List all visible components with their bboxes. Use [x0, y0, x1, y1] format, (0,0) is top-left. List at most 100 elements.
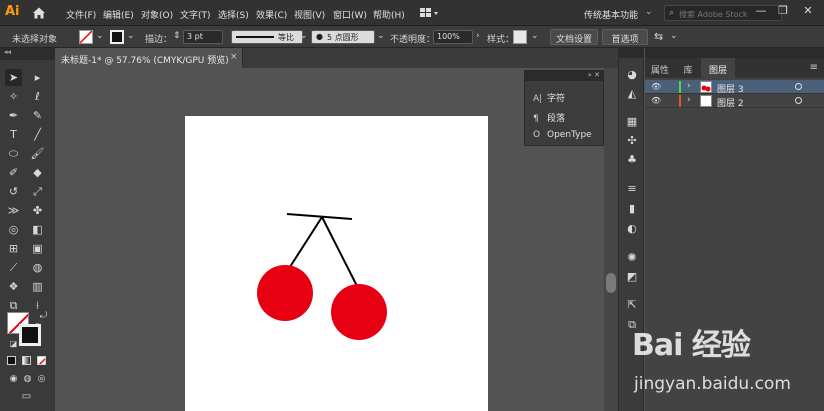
- brushes-panel-icon[interactable]: ✣: [624, 134, 640, 148]
- stroke-swatch-large[interactable]: [19, 324, 41, 346]
- cherry-left-stem[interactable]: [287, 216, 323, 271]
- opentype-panel-item[interactable]: O OpenType: [533, 130, 592, 140]
- cherry-right[interactable]: [331, 284, 387, 340]
- arrange-documents-icon[interactable]: [420, 7, 440, 19]
- align-icon[interactable]: ⇆: [654, 30, 663, 43]
- stroke-weight-field[interactable]: 3 pt: [183, 30, 223, 44]
- shape-builder-tool-icon[interactable]: ◎: [5, 221, 22, 238]
- document-tab[interactable]: 未标题-1* @ 57.76% (CMYK/GPU 预览) ×: [55, 48, 243, 68]
- restore-button[interactable]: ❐: [775, 4, 791, 20]
- pen-tool-icon[interactable]: ✒: [5, 107, 22, 124]
- expand-chevron-icon[interactable]: ›: [687, 81, 691, 91]
- visibility-eye-icon[interactable]: 👁: [651, 82, 661, 91]
- ellipse-tool-icon[interactable]: ⬭: [5, 145, 22, 162]
- screen-mode-icon[interactable]: ▭: [18, 388, 35, 405]
- menu-effect[interactable]: 效果(C): [256, 8, 287, 21]
- fill-swatch[interactable]: [79, 30, 93, 44]
- cherry-top-stem[interactable]: [286, 213, 353, 220]
- stroke-swatch[interactable]: [110, 30, 124, 44]
- tools-panel-header[interactable]: ◂◂: [0, 48, 55, 60]
- type-tool-icon[interactable]: T: [5, 126, 22, 143]
- canvas[interactable]: [55, 68, 605, 411]
- color-panel-icon[interactable]: ◕: [624, 68, 640, 82]
- tab-libraries[interactable]: 库: [675, 58, 701, 78]
- home-icon[interactable]: [31, 5, 47, 21]
- character-panel-item[interactable]: A| 字符: [533, 91, 565, 104]
- magic-wand-tool-icon[interactable]: ✧: [5, 88, 22, 105]
- chevron-down-icon[interactable]: ⌄: [300, 31, 308, 41]
- lasso-tool-icon[interactable]: ℓ: [29, 88, 46, 105]
- layer-target-icon[interactable]: [795, 83, 802, 90]
- cherry-right-stem[interactable]: [321, 216, 358, 287]
- menu-object[interactable]: 对象(O): [141, 8, 173, 21]
- selection-tool-icon[interactable]: ➤: [5, 69, 22, 86]
- layer-name[interactable]: 图层 2: [717, 96, 744, 109]
- document-setup-button[interactable]: 文档设置: [550, 29, 598, 45]
- cherry-left[interactable]: [257, 265, 313, 321]
- scale-tool-icon[interactable]: ⤢: [29, 183, 46, 200]
- graphic-style-swatch[interactable]: [513, 30, 527, 44]
- symbols-panel-icon[interactable]: ♣: [624, 153, 640, 167]
- vertical-scrollbar[interactable]: [604, 68, 618, 411]
- cherry-artwork[interactable]: [185, 116, 488, 411]
- gradient-mode-button[interactable]: [22, 356, 31, 365]
- panel-menu-icon[interactable]: ≡: [810, 62, 818, 73]
- chevron-right-icon[interactable]: ›: [476, 31, 480, 41]
- curvature-tool-icon[interactable]: ✎: [29, 107, 46, 124]
- dock-collapse-bar[interactable]: [618, 48, 644, 58]
- graphic-styles-panel-icon[interactable]: ◩: [624, 270, 640, 284]
- symbol-sprayer-tool-icon[interactable]: ❖: [5, 278, 22, 295]
- opacity-field[interactable]: 100%: [433, 30, 473, 44]
- export-panel-icon[interactable]: ⇱: [624, 298, 640, 312]
- paintbrush-tool-icon[interactable]: 🖌: [29, 145, 46, 162]
- swatches-panel-icon[interactable]: ▦: [624, 115, 640, 129]
- layer-row[interactable]: 👁 › 图层 2: [645, 94, 824, 109]
- menu-file[interactable]: 文件(F): [66, 8, 96, 21]
- panel-collapse-bar[interactable]: » ✕: [525, 71, 603, 81]
- chevron-down-icon[interactable]: ⌄: [645, 7, 653, 17]
- stepper-icon[interactable]: ⇕: [173, 31, 181, 41]
- swap-fill-stroke-icon[interactable]: ⤾: [35, 308, 52, 325]
- expand-chevron-icon[interactable]: ›: [687, 95, 691, 105]
- menu-select[interactable]: 选择(S): [218, 8, 249, 21]
- chevron-down-icon[interactable]: ⌄: [96, 31, 104, 41]
- tab-layers[interactable]: 图层: [701, 58, 735, 78]
- preferences-button[interactable]: 首选项: [602, 29, 648, 45]
- menu-type[interactable]: 文字(T): [180, 8, 211, 21]
- minimize-button[interactable]: —: [753, 4, 769, 20]
- gradient-panel-icon[interactable]: ▮: [624, 202, 640, 216]
- line-tool-icon[interactable]: ╱: [29, 126, 46, 143]
- scrollbar-thumb[interactable]: [606, 273, 616, 293]
- direct-selection-tool-icon[interactable]: ▸: [29, 69, 46, 86]
- chevron-down-icon[interactable]: ⌄: [127, 31, 135, 41]
- layer-target-icon[interactable]: [795, 97, 802, 104]
- close-window-button[interactable]: ✕: [800, 4, 816, 20]
- eyedropper-tool-icon[interactable]: ⟋: [5, 259, 22, 276]
- color-guide-icon[interactable]: ◭: [624, 87, 640, 101]
- default-fill-stroke-icon[interactable]: ◪: [5, 335, 22, 352]
- menu-window[interactable]: 窗口(W): [333, 8, 367, 21]
- appearance-panel-icon[interactable]: ✺: [624, 251, 640, 265]
- none-mode-button[interactable]: [37, 356, 46, 365]
- gradient-tool-icon[interactable]: ▣: [29, 240, 46, 257]
- close-tab-icon[interactable]: ×: [230, 52, 238, 62]
- shaper-tool-icon[interactable]: ✐: [5, 164, 22, 181]
- artboard[interactable]: [185, 116, 488, 411]
- menu-view[interactable]: 视图(V): [294, 8, 325, 21]
- brush-definition[interactable]: ● 5 点圆形: [311, 30, 375, 44]
- puppet-warp-tool-icon[interactable]: ✤: [29, 202, 46, 219]
- perspective-grid-tool-icon[interactable]: ⊞: [5, 240, 22, 257]
- visibility-eye-icon[interactable]: 👁: [651, 96, 661, 105]
- rotate-tool-icon[interactable]: ↺: [5, 183, 22, 200]
- chevron-down-icon[interactable]: ⌄: [670, 31, 678, 41]
- menu-help[interactable]: 帮助(H): [373, 8, 405, 21]
- paragraph-panel-item[interactable]: ¶ 段落: [533, 111, 565, 124]
- tab-properties[interactable]: 属性: [645, 58, 675, 78]
- layer-row[interactable]: 👁 › 图层 3: [645, 80, 824, 95]
- width-tool-icon[interactable]: ≫: [5, 202, 22, 219]
- layers-collapse-bar[interactable]: [645, 48, 824, 58]
- column-graph-tool-icon[interactable]: ▥: [29, 278, 46, 295]
- workspace-switcher[interactable]: 传统基本功能: [584, 8, 638, 21]
- chevron-down-icon[interactable]: ⌄: [531, 31, 539, 41]
- live-paint-tool-icon[interactable]: ◧: [29, 221, 46, 238]
